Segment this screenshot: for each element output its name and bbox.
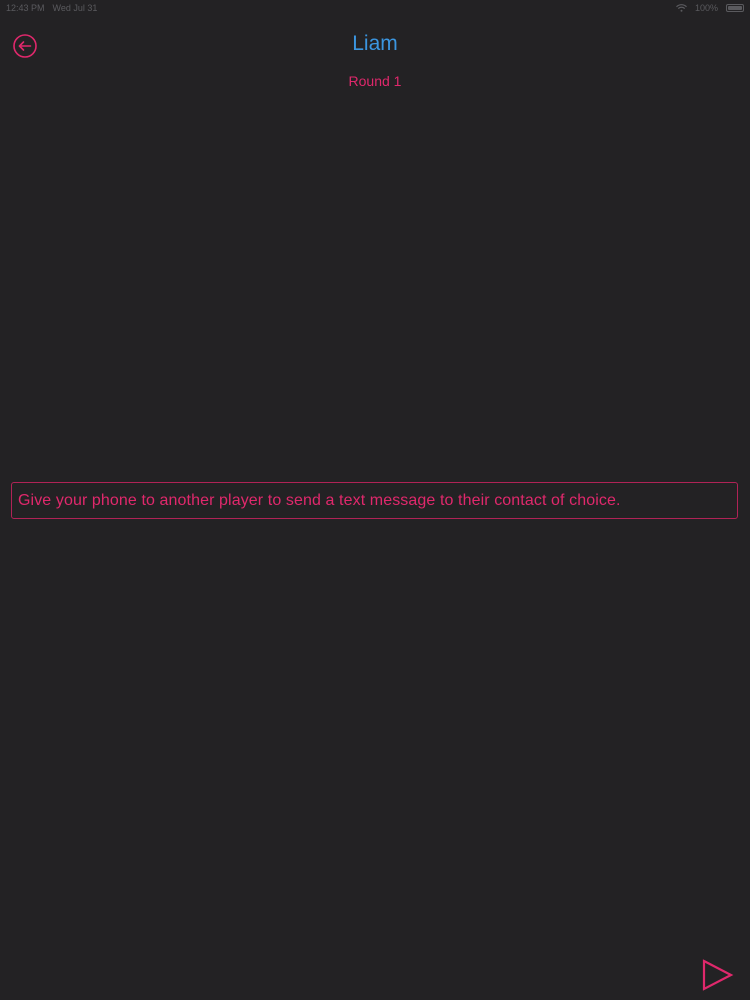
battery-percent: 100% xyxy=(694,3,718,13)
prompt-text: Give your phone to another player to sen… xyxy=(18,491,621,509)
status-date: Wed Jul 31 xyxy=(52,3,98,13)
next-button[interactable] xyxy=(700,957,736,993)
status-time: 12:43 PM xyxy=(6,3,45,13)
round-label: Round 1 xyxy=(348,73,402,89)
wifi-icon xyxy=(676,4,687,12)
status-bar: 12:43 PM Wed Jul 31 100% xyxy=(0,0,750,16)
game-screen: 12:43 PM Wed Jul 31 100% Liam Round 1 Gi… xyxy=(0,0,750,1000)
prompt-card: Give your phone to another player to sen… xyxy=(11,482,738,519)
player-name: Liam xyxy=(352,32,398,55)
play-triangle-icon xyxy=(700,957,736,993)
battery-icon xyxy=(726,4,744,12)
